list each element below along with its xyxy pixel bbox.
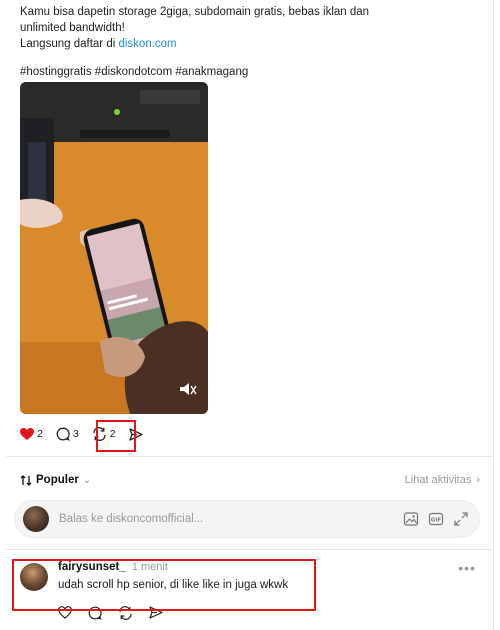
replies-header: Populer ⌄ Lihat aktivitas ›: [20, 471, 480, 489]
post-body: Kamu bisa dapetin storage 2giga, subdoma…: [20, 4, 460, 80]
signup-prefix: Langsung daftar di: [20, 38, 119, 50]
comment-count: 3: [72, 428, 79, 440]
reply-tools: GIF: [403, 511, 469, 527]
avatar: [23, 506, 49, 532]
comment-highlight-box: [12, 559, 316, 611]
like-button[interactable]: 2: [20, 427, 43, 441]
right-border: [493, 0, 494, 630]
heart-icon: [20, 427, 34, 440]
video-frame: [20, 82, 208, 414]
expand-icon[interactable]: [453, 511, 469, 527]
post-signup-line: Langsung daftar di diskon.com: [20, 36, 460, 52]
svg-text:GIF: GIF: [431, 518, 442, 524]
signup-link[interactable]: diskon.com: [118, 38, 176, 50]
divider-top: [6, 456, 492, 457]
view-activity-link[interactable]: Lihat aktivitas ›: [405, 474, 480, 486]
reply-input[interactable]: Balas ke diskoncomofficial...: [59, 513, 403, 525]
post-text-line-2: unlimited bandwidth!: [20, 22, 125, 34]
divider-bottom: [6, 549, 492, 550]
post-text-line-1: Kamu bisa dapetin storage 2giga, subdoma…: [20, 6, 370, 18]
chevron-down-icon: ⌄: [82, 474, 92, 486]
repost-highlight-box: [96, 420, 136, 452]
chevron-right-icon: ›: [476, 474, 480, 486]
gif-icon[interactable]: GIF: [428, 511, 444, 527]
sort-label: Populer: [36, 474, 79, 486]
comment-icon: [56, 427, 70, 441]
post-video[interactable]: [20, 82, 208, 414]
sort-dropdown[interactable]: Populer ⌄: [20, 474, 91, 486]
view-activity-label: Lihat aktivitas: [404, 474, 472, 486]
post-hashtags[interactable]: #hostinggratis #diskondotcom #anakmagang: [20, 64, 460, 80]
comment-button[interactable]: 3: [56, 427, 79, 441]
reply-composer[interactable]: Balas ke diskoncomofficial... GIF: [14, 500, 480, 538]
more-options-icon[interactable]: •••: [458, 560, 476, 576]
like-count: 2: [37, 428, 43, 440]
image-icon[interactable]: [403, 511, 419, 527]
sort-icon: [20, 474, 32, 486]
